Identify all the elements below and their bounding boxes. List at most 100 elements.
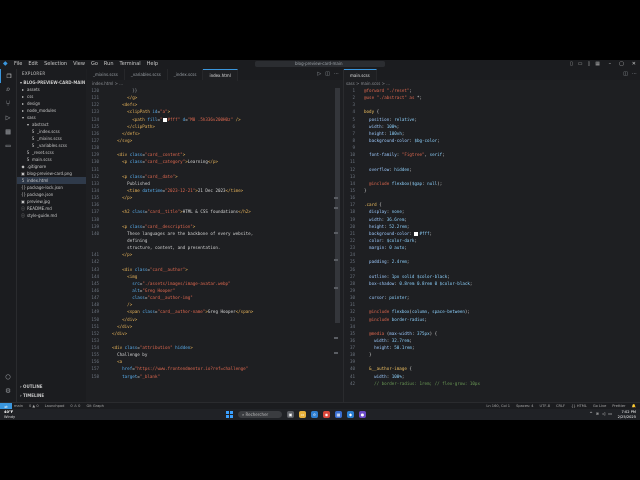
code-line[interactable]: padding: 2.4rem; bbox=[364, 258, 480, 265]
editor-tab[interactable]: main.scss bbox=[344, 69, 377, 81]
toggle-panel-icon[interactable]: ▭ bbox=[578, 61, 583, 68]
code-line[interactable]: </g> bbox=[107, 94, 253, 101]
maximize-icon[interactable]: ▢ bbox=[619, 61, 624, 68]
taskbar-search[interactable]: ⌕ Rechercher bbox=[238, 411, 282, 418]
code-line[interactable] bbox=[364, 358, 480, 365]
code-line[interactable]: background-color: $bg-color; bbox=[364, 137, 480, 144]
code-line[interactable]: @media (max-width: 375px) { bbox=[364, 330, 480, 337]
code-line[interactable]: } bbox=[364, 351, 480, 358]
menu-item[interactable]: Selection bbox=[44, 61, 67, 68]
code-line[interactable] bbox=[364, 173, 480, 180]
code-line[interactable]: <time datetime="2023-12-21">21 Dec 2023<… bbox=[107, 187, 253, 194]
file-tree-item[interactable]: ▾ sass bbox=[17, 114, 86, 121]
code-line[interactable]: Challenge by bbox=[107, 351, 253, 358]
code-line[interactable]: <h2 class="card__title">HTML & CSS found… bbox=[107, 208, 253, 215]
command-center-search[interactable]: blog-preview-card-main bbox=[255, 61, 385, 67]
file-tree-item[interactable]: ▸ design bbox=[17, 100, 86, 107]
vscode-taskbar-icon[interactable]: ◆ bbox=[347, 411, 354, 418]
code-line[interactable]: <div class="card__content"> bbox=[107, 151, 253, 158]
source-control-icon[interactable]: ⑂ bbox=[0, 97, 16, 111]
code-line[interactable] bbox=[364, 301, 480, 308]
code-line[interactable]: </div> bbox=[107, 330, 253, 337]
code-line[interactable]: <defs> bbox=[107, 101, 253, 108]
code-line[interactable] bbox=[364, 101, 480, 108]
code-line[interactable]: color: $color-dark; bbox=[364, 237, 480, 244]
code-line[interactable] bbox=[364, 266, 480, 273]
code-line[interactable]: <div class="card__author"> bbox=[107, 266, 253, 273]
file-tree-item[interactable]: {} package-lock.json bbox=[17, 184, 86, 191]
code-line[interactable] bbox=[107, 258, 253, 265]
code-line[interactable]: </svg> bbox=[107, 137, 253, 144]
code-line[interactable]: @use "./abstract" as *; bbox=[364, 94, 480, 101]
code-line[interactable]: defining bbox=[107, 237, 253, 244]
code-line[interactable] bbox=[364, 323, 480, 330]
code-line[interactable]: } bbox=[364, 187, 480, 194]
minimap-left[interactable] bbox=[332, 87, 342, 397]
timeline-section[interactable]: › TIMELINE bbox=[17, 392, 89, 399]
store-icon[interactable]: ▦ bbox=[335, 411, 342, 418]
file-tree-item[interactable]: ▸ node_modules bbox=[17, 107, 86, 114]
file-tree-item[interactable]: {} package.json bbox=[17, 191, 86, 198]
weather-widget[interactable]: 40°F Windy bbox=[4, 410, 15, 419]
code-line[interactable]: height: 52.2rem; bbox=[364, 223, 480, 230]
minimize-icon[interactable]: – bbox=[609, 61, 612, 68]
task-view-icon[interactable]: ▣ bbox=[287, 411, 294, 418]
code-line[interactable] bbox=[107, 216, 253, 223]
code-line[interactable]: </defs> bbox=[107, 130, 253, 137]
code-line[interactable]: <p class="card__date"> bbox=[107, 173, 253, 180]
code-line[interactable]: </clipPath> bbox=[107, 123, 253, 130]
code-line[interactable]: src="./assets/images/image-avatar.webp" bbox=[107, 280, 253, 287]
menu-item[interactable]: View bbox=[73, 61, 85, 68]
code-line[interactable]: @forward "./reset"; bbox=[364, 87, 480, 94]
explorer-icon[interactable]: ❐ bbox=[0, 69, 17, 83]
code-line[interactable]: box-shadow: 0.8rem 0.8rem 0 $color-black… bbox=[364, 280, 480, 287]
editor-tab[interactable]: _index.scss bbox=[168, 69, 204, 80]
code-line[interactable]: target="_blank" bbox=[107, 373, 253, 380]
edge-icon[interactable]: e bbox=[311, 411, 318, 418]
code-line[interactable] bbox=[107, 144, 253, 151]
code-line[interactable]: <span class="card__author-name">Greg Hoo… bbox=[107, 308, 253, 315]
editor-left[interactable]: 120 121 122 123 124 125 126 127 128 129 130 131 132 1… bbox=[87, 87, 331, 401]
menu-item[interactable]: File bbox=[14, 61, 22, 68]
code-line[interactable] bbox=[364, 194, 480, 201]
code-line[interactable]: </p> bbox=[107, 194, 253, 201]
code-line[interactable]: <p class="card__category">Learning</p> bbox=[107, 158, 253, 165]
toggle-secondary-sidebar-icon[interactable]: ▯ bbox=[588, 61, 591, 68]
file-tree-item[interactable]: ▸ assets bbox=[17, 86, 86, 93]
editor-tab[interactable]: index.html bbox=[203, 69, 238, 81]
start-windows-icon[interactable] bbox=[226, 411, 233, 418]
code-line[interactable]: height: 50.1rem; bbox=[364, 344, 480, 351]
code-line[interactable]: </p> bbox=[107, 251, 253, 258]
code-line[interactable] bbox=[364, 251, 480, 258]
code-line[interactable]: // border-radius: 1rem; // flex-grow: 10… bbox=[364, 380, 480, 387]
file-tree-item[interactable]: S _variables.scss bbox=[17, 142, 86, 149]
run-icon[interactable]: ▷ bbox=[317, 69, 321, 80]
code-line[interactable]: margin: 0 auto; bbox=[364, 244, 480, 251]
file-tree-item[interactable]: S _index.scss bbox=[17, 128, 86, 135]
menu-item[interactable]: Help bbox=[147, 61, 158, 68]
close-icon[interactable]: ✕ bbox=[632, 61, 636, 68]
code-line[interactable]: class="card__author-img" bbox=[107, 294, 253, 301]
run-debug-icon[interactable]: ▷ bbox=[0, 111, 16, 125]
file-tree-item[interactable]: ▣ blog-preview-card.png bbox=[17, 170, 86, 177]
file-tree-item[interactable]: ⓘ style-guide.md bbox=[17, 212, 86, 219]
file-tree-item[interactable]: 5 index.html bbox=[17, 177, 86, 184]
editor-tab[interactable]: _variables.scss bbox=[125, 69, 168, 80]
file-tree-item[interactable]: ▣ preview.jpg bbox=[17, 198, 86, 205]
clock[interactable]: 7:02 PM 2/25/2025 bbox=[618, 410, 636, 419]
code-line[interactable] bbox=[364, 144, 480, 151]
remote-explorer-icon[interactable]: ▭ bbox=[0, 139, 16, 153]
account-icon[interactable]: ◯ bbox=[0, 370, 16, 384]
code-line[interactable] bbox=[364, 158, 480, 165]
outline-section[interactable]: › OUTLINE bbox=[17, 383, 89, 390]
more-actions-right-icon[interactable]: ⋯ bbox=[632, 69, 637, 80]
code-area-right[interactable]: @forward "./reset"; @use "./abstract" as … bbox=[364, 87, 480, 387]
code-line[interactable]: font-family: "Figtree", serif; bbox=[364, 151, 480, 158]
code-line[interactable]: These languages are the backbone of ever… bbox=[107, 230, 253, 237]
code-line[interactable]: @include flexbox($gap: null); bbox=[364, 180, 480, 187]
code-line[interactable]: alt="Greg Hooper" bbox=[107, 287, 253, 294]
editor-tab[interactable]: _mixins.scss bbox=[87, 69, 125, 80]
menu-item[interactable]: Terminal bbox=[120, 61, 141, 68]
code-line[interactable]: cursor: pointer; bbox=[364, 294, 480, 301]
code-line[interactable]: structure, content, and presentation. bbox=[107, 244, 253, 251]
